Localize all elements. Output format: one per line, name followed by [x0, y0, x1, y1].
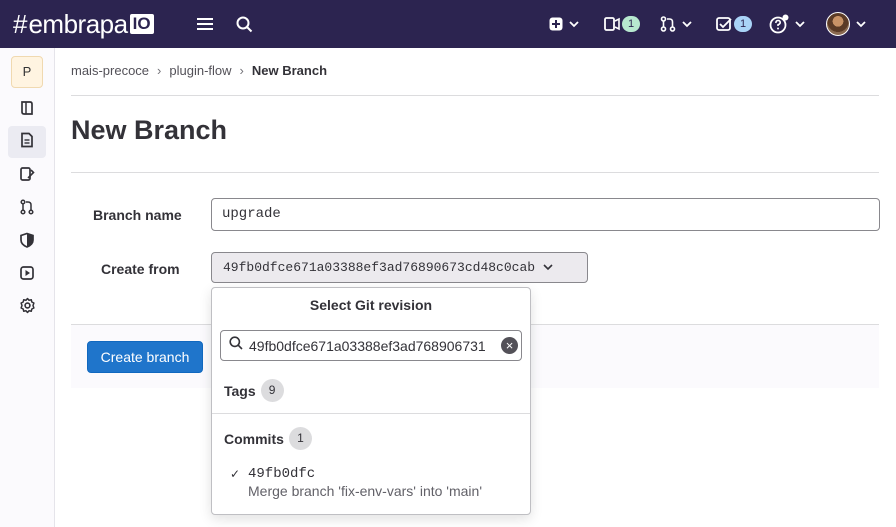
shield-icon	[19, 232, 35, 253]
commits-label: Commits	[224, 430, 284, 447]
commit-message: Merge branch 'fix-env-vars' into 'main'	[248, 483, 483, 499]
chevron-down-icon	[856, 20, 866, 28]
breadcrumb-separator-icon: ›	[239, 63, 244, 78]
todos-button[interactable]: 1	[716, 12, 752, 36]
breadcrumb-project-link[interactable]: plugin-flow	[169, 63, 231, 78]
breadcrumb-current[interactable]: New Branch	[252, 63, 327, 78]
create-from-label: Create from	[101, 261, 180, 277]
search-icon	[229, 336, 243, 355]
tags-count-badge: 9	[260, 379, 284, 402]
sidebar-item-issues[interactable]	[8, 160, 46, 192]
gear-icon	[19, 297, 36, 319]
tags-section-header: Tags 9	[224, 379, 284, 402]
help-icon	[769, 14, 789, 34]
revision-search-value: 49fb0dfce671a03388ef3ad768906731	[249, 337, 486, 354]
hamburger-menu-icon[interactable]	[196, 12, 214, 36]
merge-requests-dropdown[interactable]	[660, 12, 692, 36]
breadcrumb-group-link[interactable]: mais-precoce	[71, 63, 149, 78]
brand-version: IO	[129, 14, 154, 34]
issues-count-badge: 1	[622, 16, 640, 32]
avatar	[826, 12, 850, 36]
book-icon	[19, 100, 35, 121]
divider	[71, 172, 879, 173]
todo-check-icon	[716, 16, 732, 32]
dropdown-title: Select Git revision	[309, 297, 433, 313]
breadcrumb: mais-precoce › plugin-flow › New Branch	[71, 63, 327, 78]
sidebar-item-merge-requests[interactable]	[8, 193, 46, 225]
commits-section-header: Commits 1	[224, 427, 312, 450]
git-revision-dropdown-toggle[interactable]: 49fb0dfce671a03388ef3ad76890673cd48c0cab	[211, 252, 588, 283]
selected-revision: 49fb0dfce671a03388ef3ad76890673cd48c0cab	[223, 260, 536, 275]
clear-search-icon[interactable]: ×	[501, 337, 518, 354]
commits-count-badge: 1	[288, 427, 312, 450]
branch-name-input[interactable]: upgrade	[211, 198, 880, 231]
issues-button[interactable]: 1	[604, 12, 640, 36]
user-menu[interactable]	[826, 12, 866, 36]
new-item-dropdown[interactable]	[549, 12, 579, 36]
breadcrumb-separator-icon: ›	[157, 63, 162, 78]
brand-logo[interactable]: # embrapa IO	[13, 9, 154, 39]
sidebar-item-security[interactable]	[8, 226, 46, 258]
tags-label: Tags	[224, 382, 256, 399]
sidebar-item-deployments[interactable]	[8, 259, 46, 291]
plus-square-icon	[549, 17, 563, 31]
chevron-down-icon	[543, 253, 553, 282]
divider	[212, 413, 530, 414]
merge-request-icon	[19, 198, 35, 220]
todos-count-badge: 1	[734, 16, 752, 32]
sidebar-item-settings[interactable]	[8, 292, 46, 324]
chevron-down-icon	[795, 20, 805, 28]
issues-icon	[604, 16, 620, 32]
sidebar: P	[0, 48, 55, 527]
branch-name-label: Branch name	[93, 207, 182, 223]
merge-request-icon	[660, 16, 676, 32]
check-icon: ✓	[230, 467, 241, 481]
revision-search-input[interactable]: 49fb0dfce671a03388ef3ad768906731 ×	[220, 330, 522, 361]
git-revision-dropdown: Select Git revision 49fb0dfce671a03388ef…	[211, 287, 531, 515]
brand-name: embrapa	[28, 9, 128, 39]
create-branch-button[interactable]: Create branch	[87, 341, 203, 373]
commit-sha: 49fb0dfc	[248, 466, 316, 482]
deploy-icon	[19, 265, 35, 286]
chevron-down-icon	[569, 20, 579, 28]
page-title: New Branch	[71, 115, 228, 145]
file-icon	[19, 132, 35, 153]
divider	[71, 95, 879, 96]
sidebar-item-project-overview[interactable]	[8, 94, 46, 126]
chevron-down-icon	[682, 20, 692, 28]
search-icon[interactable]	[236, 12, 253, 36]
project-avatar[interactable]: P	[11, 56, 43, 88]
sidebar-item-repository[interactable]	[8, 126, 46, 158]
help-dropdown[interactable]	[769, 12, 805, 36]
brand-hash: #	[13, 9, 28, 39]
issues-icon	[19, 166, 35, 187]
top-bar: # embrapa IO 1 1	[0, 0, 896, 48]
